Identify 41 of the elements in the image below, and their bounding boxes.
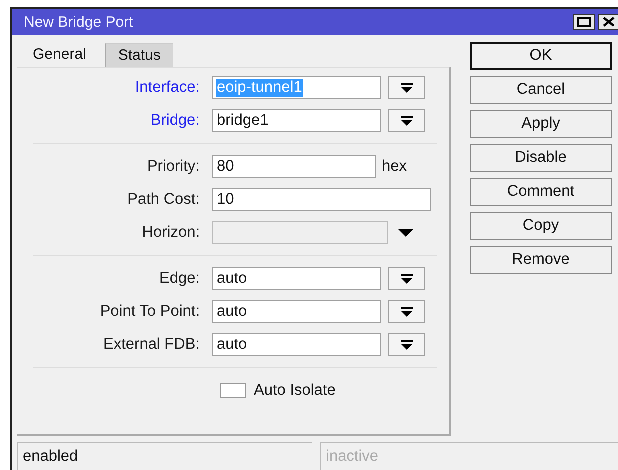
dropdown-field[interactable]: auto — [212, 267, 381, 290]
dropdown-arrow-icon — [400, 340, 412, 350]
dialog-button[interactable]: Apply — [470, 110, 612, 138]
dropdown-arrow-icon — [400, 306, 412, 316]
input-field[interactable]: 10 — [212, 188, 431, 211]
dropdown-arrow-icon — [400, 82, 412, 92]
field-label: Bridge: — [150, 112, 200, 128]
dropdown-arrow-icon — [400, 274, 412, 284]
field-label: Priority: — [147, 158, 200, 174]
close-icon[interactable] — [598, 14, 618, 30]
dialog-button[interactable]: Disable — [470, 144, 612, 172]
unit-label: hex — [382, 158, 407, 176]
maximize-icon[interactable] — [573, 14, 595, 30]
dropdown-field[interactable]: auto — [212, 333, 381, 356]
dropdown-arrow-icon[interactable] — [398, 228, 414, 236]
dialog-button[interactable]: OK — [470, 42, 612, 70]
dropdown-arrow-icon — [400, 116, 412, 126]
dropdown-field[interactable]: auto — [212, 300, 381, 323]
window-title: New Bridge Port — [24, 14, 134, 30]
dropdown-button[interactable] — [388, 76, 425, 99]
field-label: Path Cost: — [128, 190, 200, 208]
status-cell: inactive — [320, 442, 618, 470]
dialog-button[interactable]: Cancel — [470, 76, 612, 104]
status-cell: enabled — [17, 442, 312, 470]
checkbox-label: Auto Isolate — [254, 382, 336, 400]
dropdown-button[interactable] — [388, 333, 425, 356]
tab[interactable]: Status — [105, 43, 173, 67]
dropdown-button[interactable] — [388, 109, 425, 132]
dropdown-field[interactable]: bridge1 — [212, 109, 381, 132]
dropdown-button[interactable] — [388, 267, 425, 290]
dialog-button[interactable]: Comment — [470, 178, 612, 206]
dialog-button[interactable]: Copy — [470, 212, 612, 240]
checkbox[interactable] — [220, 383, 246, 398]
field-label: Horizon: — [142, 224, 200, 240]
input-field[interactable]: 80 — [212, 155, 376, 178]
field-label: External FDB: — [104, 336, 200, 352]
field-label: Edge: — [159, 270, 200, 286]
dialog-button[interactable]: Remove — [470, 246, 612, 274]
field-label: Point To Point: — [100, 302, 200, 320]
field-label: Interface: — [135, 78, 200, 96]
dropdown-button[interactable] — [388, 300, 425, 323]
